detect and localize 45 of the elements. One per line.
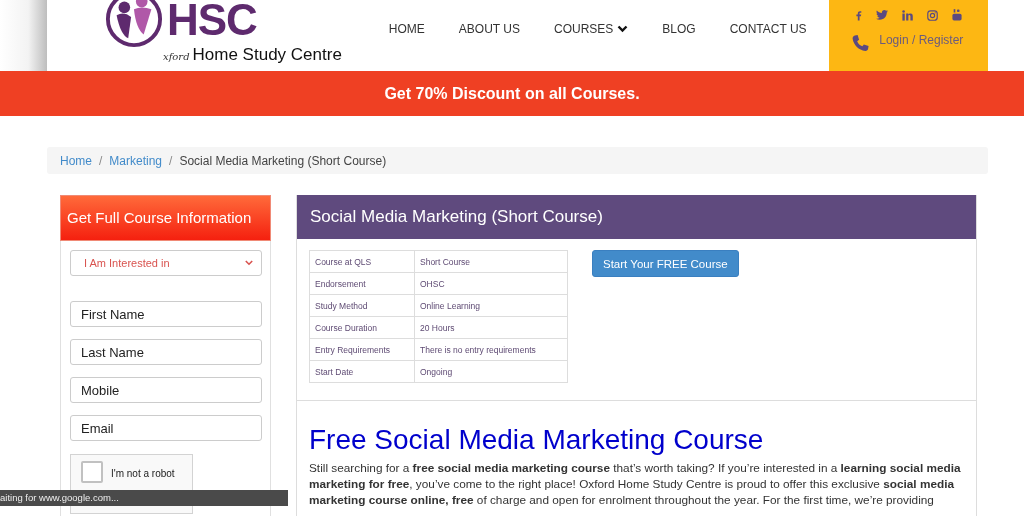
input-field[interactable]: Email (70, 415, 262, 441)
course-title: Social Media Marketing (Short Course) (297, 195, 976, 239)
promo-banner: Get 70% Discount on all Courses. (0, 71, 1024, 116)
checkbox-label: I'm not a robot (111, 468, 175, 479)
checkbox[interactable] (81, 461, 103, 483)
table-cell: Course Duration (309, 316, 415, 339)
table-cell: Study Method (309, 294, 415, 317)
input-field[interactable]: Last Name (70, 339, 262, 365)
table-cell: Endorsement (309, 272, 415, 295)
course-heading: Free Social Media Marketing Course (309, 423, 765, 457)
start-course-button[interactable]: Start Your FREE Course (592, 250, 739, 277)
table-cell: Ongoing (414, 360, 568, 383)
bird-icon[interactable] (875, 10, 888, 20)
breadcrumb-link[interactable]: Marketing (109, 153, 163, 168)
breadcrumb-current: Social Media Marketing (Short Course) (179, 153, 387, 168)
camera-icon[interactable] (926, 9, 938, 21)
input-field[interactable]: Mobile (70, 377, 262, 403)
table-cell: 20 Hours (414, 316, 568, 339)
nav-link[interactable]: BLOG (650, 22, 708, 36)
table-cell: There is no entry requirements (414, 338, 568, 361)
logo[interactable]: HSC xford Home Study Centre (105, 0, 342, 71)
phone-icon (851, 34, 871, 53)
intro-paragraph: Still searching for a free social media marketing course that’s worth taking? If you’re interested in a learning social media marketing for free, you’ve come to the right place! Oxford Home Study Centre is proud to offer this exclusive social media marketing course online, free of charge and open for enrolment throughout the year. For the first time, we’re providing (309, 460, 962, 508)
table-cell: Entry Requirements (309, 338, 415, 361)
status-bar: aiting for www.google.com... (0, 490, 288, 506)
nav-link[interactable]: COURSES (541, 22, 641, 36)
table-cell: Short Course (414, 250, 568, 273)
login-link[interactable]: Login / Register (879, 32, 964, 47)
table-cell: OHSC (414, 272, 568, 295)
facebook-icon[interactable] (854, 9, 862, 21)
linkedin-icon[interactable] (901, 9, 913, 21)
input-field[interactable]: First Name (70, 301, 262, 327)
video-icon[interactable] (951, 9, 962, 21)
chevron-down-icon (245, 260, 253, 266)
breadcrumb-separator: / (98, 153, 104, 168)
nav-link[interactable]: HOME (376, 22, 437, 36)
form-header: Get Full Course Information (60, 195, 271, 241)
nav-link[interactable]: CONTACT US (717, 22, 819, 36)
table-cell: Course at QLS (309, 250, 415, 273)
course-select[interactable]: I Am Interested in (70, 250, 262, 276)
table-cell: Start Date (309, 360, 415, 383)
table-cell: Online Learning (414, 294, 568, 317)
nav-link[interactable]: ABOUT US (446, 22, 532, 36)
chevron-down-icon (617, 25, 629, 33)
breadcrumb-separator: / (168, 153, 174, 168)
